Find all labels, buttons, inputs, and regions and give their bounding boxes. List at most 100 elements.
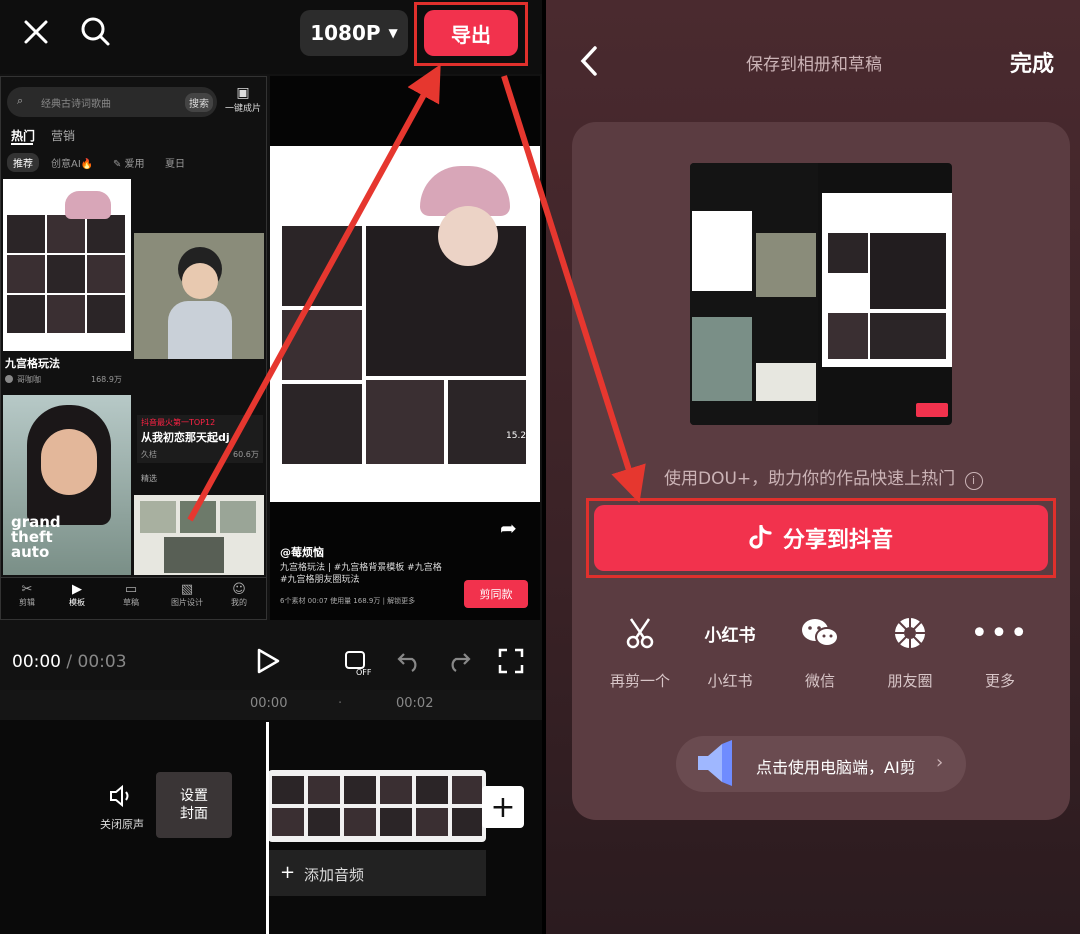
scissors-icon bbox=[600, 610, 680, 656]
grid-photo bbox=[7, 215, 45, 253]
ruler-t0: 00:00 bbox=[250, 696, 288, 711]
pink-hat-figure bbox=[65, 191, 111, 219]
card2-author: 久桔 bbox=[141, 450, 157, 459]
one-click-label: 一键成片 bbox=[224, 104, 261, 114]
card2-tag: 抖音最火第一TOP12 bbox=[141, 418, 216, 427]
collage-photo bbox=[180, 501, 216, 533]
clip-frame bbox=[308, 776, 340, 804]
collage-photo bbox=[140, 501, 176, 533]
resolution-value: 1080P bbox=[310, 21, 381, 45]
set-cover-button[interactable]: 设置 封面 bbox=[156, 772, 232, 838]
svg-text:OFF: OFF bbox=[356, 668, 372, 676]
share-highlight-box bbox=[586, 498, 1056, 578]
grid-photo bbox=[448, 380, 526, 464]
done-button[interactable]: 完成 bbox=[1010, 46, 1054, 78]
ruler-t2: 00:02 bbox=[396, 696, 434, 711]
time-total: 00:03 bbox=[77, 652, 127, 672]
figure-face bbox=[438, 206, 498, 266]
caret-down-icon: ▼ bbox=[388, 26, 398, 40]
video-clip-track[interactable] bbox=[268, 770, 486, 842]
use-template-button: 剪同款 bbox=[464, 580, 528, 608]
play-icon[interactable] bbox=[256, 648, 280, 678]
timeline-ruler: 00:00 · 00:02 bbox=[0, 690, 542, 720]
thumb-photo bbox=[828, 313, 868, 359]
clip-frame bbox=[344, 808, 376, 836]
clip-frame bbox=[272, 776, 304, 804]
use-desktop-pill[interactable]: 点击使用电脑端，AI剪 › bbox=[676, 736, 966, 792]
time-separator: / bbox=[66, 652, 73, 672]
undo-icon[interactable] bbox=[396, 650, 422, 676]
share-option-reedit[interactable]: 再剪一个 bbox=[600, 610, 680, 691]
card1-title: 九宫格玩法 bbox=[5, 357, 60, 370]
template-card-grid bbox=[3, 179, 131, 351]
share-header-title: 保存到相册和草稿 bbox=[746, 55, 882, 75]
plus-icon: + bbox=[280, 862, 296, 883]
root: 1080P ▼ 导出 ⌕ 经典古诗词歌曲 搜索 ▣ 一键成片 热门 营销 推荐 … bbox=[0, 0, 1080, 934]
grid-photo bbox=[366, 380, 444, 464]
time-display: 00:00 / 00:03 bbox=[12, 652, 127, 672]
info-icon[interactable]: i bbox=[964, 472, 983, 490]
person-face bbox=[182, 263, 218, 299]
nine-grid-image: 15.2万 bbox=[270, 146, 540, 502]
preview-left-screen: ⌕ 经典古诗词歌曲 搜索 ▣ 一键成片 热门 营销 推荐 创意AI🔥 ✎ 爱用 … bbox=[0, 76, 267, 620]
thumb-use-btn bbox=[916, 403, 948, 417]
ruler-dot: · bbox=[338, 696, 343, 711]
redo-icon[interactable] bbox=[446, 650, 472, 676]
playhead[interactable] bbox=[266, 722, 269, 934]
template-icon: ▶ bbox=[72, 582, 82, 597]
back-icon[interactable] bbox=[578, 44, 600, 82]
avatar bbox=[5, 375, 13, 383]
thumb-photo bbox=[828, 233, 868, 273]
clip-frame bbox=[272, 808, 304, 836]
user-icon: ☺ bbox=[232, 582, 246, 597]
tab-underline bbox=[11, 143, 33, 145]
nav-label: 剪辑 bbox=[19, 598, 35, 607]
grid-photo bbox=[47, 295, 85, 333]
share-arrow-icon: ➦ bbox=[500, 516, 517, 540]
dou-plus-text: 使用DOU+，助力你的作品快速上热门 i bbox=[664, 464, 983, 490]
nav-label: 草稿 bbox=[123, 598, 139, 607]
share-option-moments[interactable]: 朋友圈 bbox=[870, 610, 950, 691]
thumb-card bbox=[756, 363, 816, 401]
add-audio-label: 添加音频 bbox=[304, 866, 365, 884]
nav-label: 模板 bbox=[69, 598, 85, 607]
preview-right-screen: 15.2万 @莓烦恼 九宫格玩法 | #九宫格背景模板 #九宫格 #九宫格朋友圈… bbox=[270, 76, 540, 620]
chevron-right-icon: › bbox=[936, 752, 944, 773]
preview-chip-3: 夏日 bbox=[165, 159, 185, 170]
template-card-photo bbox=[134, 233, 264, 359]
grid-photo bbox=[47, 255, 85, 293]
one-click-film: ▣ 一键成片 bbox=[223, 85, 263, 114]
share-option-label: 朋友圈 bbox=[887, 672, 933, 690]
preview-chip-0: 推荐 bbox=[7, 153, 39, 172]
card2-count: 60.6万 bbox=[233, 450, 259, 459]
add-clip-button[interactable]: + bbox=[482, 786, 524, 828]
keyframe-off-icon[interactable]: OFF bbox=[344, 648, 374, 680]
ai-speaker-icon bbox=[692, 738, 740, 792]
preview-search-btn: 搜索 bbox=[185, 93, 213, 112]
search-icon[interactable] bbox=[76, 12, 114, 50]
close-icon[interactable] bbox=[18, 14, 54, 50]
share-option-xiaohongshu[interactable]: 小红书 小红书 bbox=[690, 610, 770, 691]
card2-info: 抖音最火第一TOP12 从我初恋那天起dj 久桔 60.6万 bbox=[137, 415, 263, 463]
grid-photo bbox=[282, 226, 362, 306]
fullscreen-icon[interactable] bbox=[498, 648, 524, 678]
grid-photo bbox=[7, 255, 45, 293]
person-body bbox=[168, 301, 232, 359]
mute-original-toggle[interactable]: 关闭原声 bbox=[96, 784, 148, 832]
thumb-card bbox=[756, 233, 816, 297]
preview-tab-marketing: 营销 bbox=[51, 129, 76, 143]
nav-label: 图片设计 bbox=[171, 598, 203, 607]
grid-photo bbox=[47, 215, 85, 253]
clip-frame bbox=[344, 776, 376, 804]
share-option-more[interactable]: ••• 更多 bbox=[960, 610, 1040, 691]
scissors-icon: ✂ bbox=[21, 582, 33, 597]
preview-chip-2: ✎ 爱用 bbox=[113, 159, 145, 170]
resolution-dropdown[interactable]: 1080P ▼ bbox=[300, 10, 408, 56]
mute-label: 关闭原声 bbox=[100, 818, 144, 831]
card2-title: 从我初恋那天起dj bbox=[141, 431, 230, 444]
folder-icon: ▭ bbox=[124, 582, 138, 597]
share-option-wechat[interactable]: 微信 bbox=[780, 610, 860, 691]
add-audio-track[interactable]: + 添加音频 bbox=[268, 850, 486, 896]
dou-plus-label: 使用DOU+，助力你的作品快速上热门 bbox=[664, 469, 956, 489]
grid-photo bbox=[87, 255, 125, 293]
